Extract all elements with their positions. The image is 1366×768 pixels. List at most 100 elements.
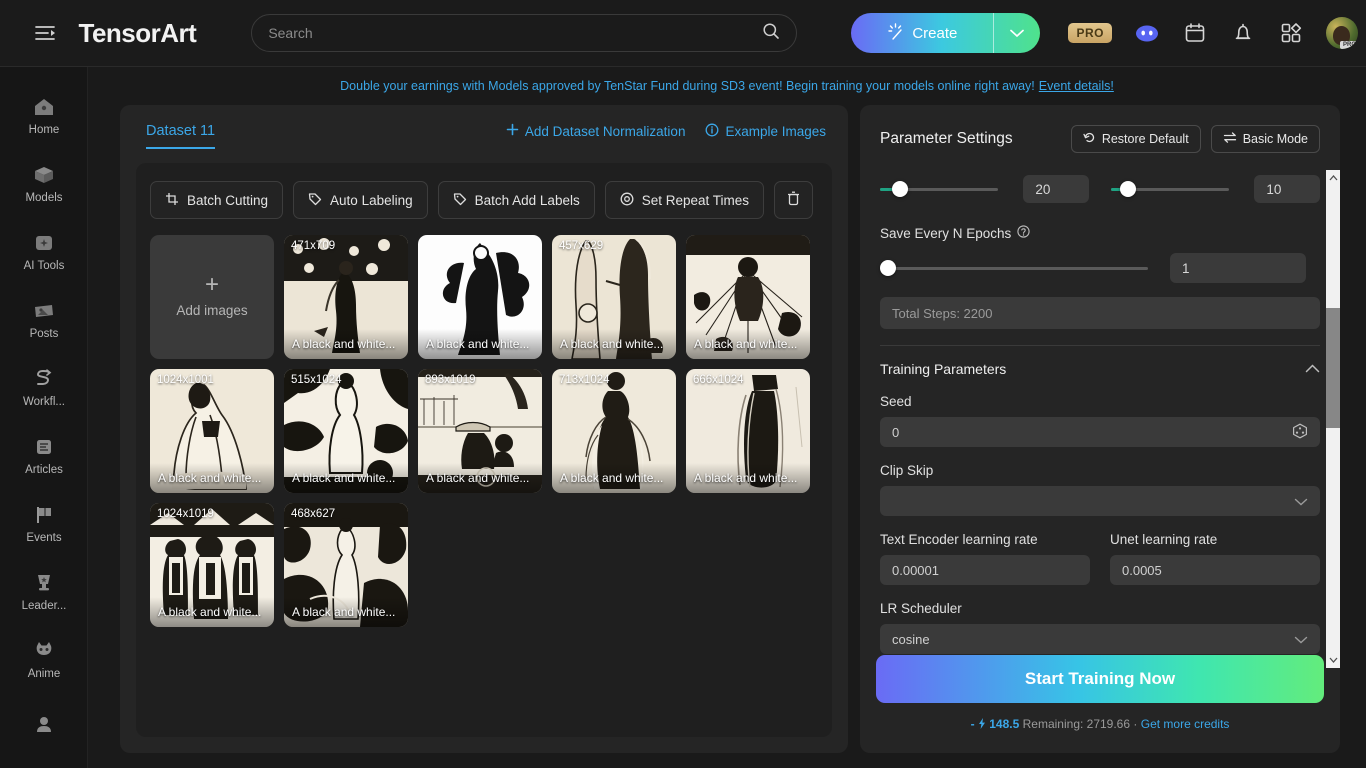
credits-line: - 148.5 Remaining: 2719.66 · Get more cr… [860, 717, 1340, 731]
delete-button[interactable] [774, 181, 814, 219]
slider-a[interactable] [880, 181, 999, 197]
chevron-down-icon[interactable] [994, 13, 1040, 53]
slider-a-knob[interactable] [891, 181, 908, 197]
dataset-toolbar: Batch Cutting Auto Labeling Batch Add La… [150, 181, 818, 219]
dataset-image-item[interactable]: A black and white... [418, 235, 542, 359]
sidebar-item-articles[interactable]: Articles [0, 421, 87, 489]
seed-value: 0 [892, 424, 900, 440]
sidebar-item-anime[interactable]: Anime [0, 625, 87, 693]
menu-collapse-icon[interactable] [32, 19, 59, 47]
apps-grid-icon[interactable] [1278, 20, 1304, 46]
batch-cutting-button[interactable]: Batch Cutting [150, 181, 284, 219]
search-bar[interactable] [251, 14, 798, 52]
discord-icon[interactable] [1134, 20, 1160, 46]
training-parameters-header[interactable]: Training Parameters [880, 360, 1320, 378]
create-button[interactable]: Create [851, 13, 995, 53]
save-every-n-epochs-track[interactable] [880, 266, 1148, 270]
sidebar-item-posts[interactable]: Posts [0, 285, 87, 353]
top-slider-row: 20 10 [880, 175, 1320, 203]
slider-b-knob[interactable] [1120, 181, 1137, 197]
text-encoder-lr-field[interactable]: 0.00001 [880, 555, 1090, 585]
sidebar-item-workflow[interactable]: Workfl... [0, 353, 87, 421]
sidebar-item-home[interactable]: Home [0, 81, 87, 149]
create-label: Create [912, 24, 958, 42]
save-every-n-epochs-knob[interactable] [880, 260, 896, 276]
dataset-image-item[interactable]: 666x1024 A black and white... [686, 369, 810, 493]
basic-mode-button[interactable]: Basic Mode [1210, 125, 1320, 153]
sidebar-item-models[interactable]: Models [0, 149, 87, 217]
pro-badge[interactable]: PRO [1068, 23, 1112, 43]
dice-icon[interactable] [1292, 423, 1308, 442]
chevron-down-icon[interactable] [1326, 652, 1340, 668]
bell-icon[interactable] [1230, 20, 1256, 46]
dataset-image-item[interactable]: 1024x1001 A black and white... [150, 369, 274, 493]
image-dimensions: 666x1024 [693, 374, 744, 386]
image-caption: A black and white... [284, 463, 408, 493]
dataset-image-item[interactable]: 1024x1019 A black and white... [150, 503, 274, 627]
slider-b-value[interactable]: 10 [1254, 175, 1320, 203]
save-every-n-epochs-slider[interactable] [880, 260, 1148, 276]
image-dimensions: 713x1024 [559, 374, 610, 386]
workflow-icon [32, 367, 56, 391]
save-every-n-epochs-value[interactable]: 1 [1170, 253, 1306, 283]
search-icon[interactable] [762, 22, 780, 45]
slider-a-value[interactable]: 20 [1023, 175, 1089, 203]
undo-icon [1083, 131, 1096, 147]
clip-skip-select[interactable] [880, 486, 1320, 516]
seed-field[interactable]: 0 [880, 417, 1320, 447]
image-caption: A black and white... [686, 463, 810, 493]
restore-default-button[interactable]: Restore Default [1070, 125, 1201, 153]
person-icon [32, 713, 56, 737]
chevron-up-icon[interactable] [1326, 170, 1340, 186]
posts-icon [32, 299, 56, 323]
auto-labeling-button[interactable]: Auto Labeling [293, 181, 428, 219]
dataset-image-item[interactable]: 893x1019 A black and white... [418, 369, 542, 493]
add-dataset-normalization-button[interactable]: Add Dataset Normalization [506, 123, 685, 139]
image-caption: A black and white... [418, 329, 542, 359]
parameter-scrollbar[interactable] [1326, 170, 1340, 668]
sidebar-item-events[interactable]: Events [0, 489, 87, 557]
credit-cost: 148.5 [989, 717, 1020, 731]
help-circle-icon[interactable] [1017, 225, 1030, 241]
brand-logo[interactable]: TensorArt [79, 18, 197, 49]
sidebar-item-ai-tools[interactable]: AI Tools [0, 217, 87, 285]
sidebar-item-person[interactable] [0, 693, 87, 761]
calendar-icon[interactable] [1182, 20, 1208, 46]
dataset-image-item[interactable]: A black and white... [686, 235, 810, 359]
image-caption: A black and white... [418, 463, 542, 493]
total-steps-display: Total Steps: 2200 [880, 297, 1320, 329]
parameter-settings-header: Parameter Settings Restore Default Basic… [860, 105, 1340, 153]
scrollbar-thumb[interactable] [1326, 308, 1340, 428]
lr-scheduler-select[interactable]: cosine [880, 624, 1320, 654]
unet-lr-group: Unet learning rate 0.0005 [1110, 532, 1320, 585]
text-encoder-lr-group: Text Encoder learning rate 0.00001 [880, 532, 1090, 585]
top-bar: TensorArt Create PRO [0, 0, 1366, 67]
dataset-image-item[interactable]: 468x627 A black and white... [284, 503, 408, 627]
dataset-image-item[interactable]: 515x1024 A black and white... [284, 369, 408, 493]
avatar[interactable]: PRO [1326, 17, 1358, 49]
dataset-image-item[interactable]: 713x1024 A black and white... [552, 369, 676, 493]
create-button-group[interactable]: Create [851, 13, 1041, 53]
chevron-down-icon[interactable] [1294, 632, 1308, 647]
tab-dataset-11[interactable]: Dataset 11 [146, 123, 216, 149]
get-more-credits-link[interactable]: Get more credits [1141, 717, 1230, 731]
chevron-up-icon[interactable] [1305, 360, 1320, 378]
cube-icon [32, 163, 56, 187]
slider-b[interactable] [1111, 181, 1230, 197]
unet-lr-field[interactable]: 0.0005 [1110, 555, 1320, 585]
add-images-button[interactable]: + Add images [150, 235, 274, 359]
start-training-button[interactable]: Start Training Now [876, 655, 1324, 703]
magic-wand-icon [887, 22, 904, 44]
dataset-image-item[interactable]: 457x629 A black and white... [552, 235, 676, 359]
dataset-image-item[interactable]: 471x709 A black and white... [284, 235, 408, 359]
set-repeat-times-button[interactable]: Set Repeat Times [604, 181, 765, 219]
home-icon [32, 95, 56, 119]
example-images-button[interactable]: Example Images [705, 123, 826, 140]
chevron-down-icon[interactable] [1294, 494, 1308, 509]
swap-icon [1223, 131, 1237, 147]
search-input[interactable] [268, 25, 763, 41]
event-details-link[interactable]: Event details! [1039, 79, 1114, 93]
batch-add-labels-button[interactable]: Batch Add Labels [437, 181, 595, 219]
sidebar-item-leaderboard[interactable]: Leader... [0, 557, 87, 625]
image-dimensions: 468x627 [291, 508, 336, 520]
